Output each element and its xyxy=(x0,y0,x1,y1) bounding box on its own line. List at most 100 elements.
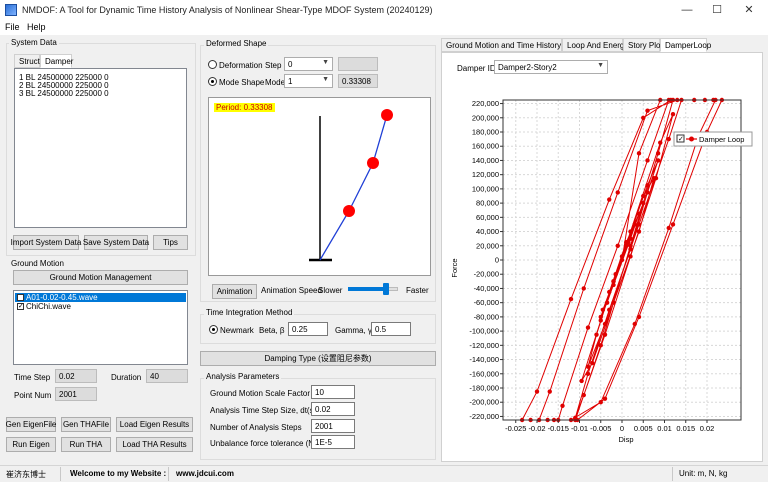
y-tick-label: 220,000 xyxy=(472,99,499,108)
slider-thumb[interactable] xyxy=(382,283,389,295)
deformation-label: Deformation xyxy=(219,61,263,70)
legend-label: Damper Loop xyxy=(699,135,744,144)
damper-loop-point xyxy=(604,300,610,305)
damper-loop-point xyxy=(590,360,595,366)
damper-loop-point xyxy=(670,112,676,117)
animation-speed-slider[interactable] xyxy=(346,283,400,295)
x-axis-label: Disp xyxy=(618,435,633,444)
damper-loop-point xyxy=(645,183,650,188)
slider-fill xyxy=(348,287,386,291)
maximize-button[interactable]: ☐ xyxy=(706,2,728,18)
checkbox[interactable] xyxy=(17,294,24,301)
load-eigen-results-button[interactable]: Load Eigen Results xyxy=(116,417,193,432)
list-item[interactable]: 3 BL 24500000 225000 0 xyxy=(19,89,109,98)
damper-loop-point xyxy=(573,415,578,421)
y-tick-label: -200,000 xyxy=(469,398,499,407)
system-data-tabs: Struct Damper xyxy=(14,54,194,68)
damper-loop-point xyxy=(655,151,661,156)
mode-shape-line xyxy=(319,114,388,261)
list-item[interactable]: A01-0.02-0.45.wave xyxy=(26,293,98,302)
close-button[interactable]: ✕ xyxy=(738,2,760,18)
mode-shape-radio[interactable] xyxy=(208,77,217,86)
x-tick-label: 0.015 xyxy=(676,424,695,433)
damper-loop-point xyxy=(568,296,574,302)
system-data-label: System Data xyxy=(9,38,59,47)
ground-motion-list[interactable]: A01-0.02-0.45.wave ✓ ChiChi.wave xyxy=(13,290,188,365)
point-num-field[interactable]: 2001 xyxy=(55,387,97,401)
damper-loop-point xyxy=(645,108,650,113)
tab-loop-energy[interactable]: Loop And Energy xyxy=(562,38,628,52)
list-item[interactable]: ChiChi.wave xyxy=(26,302,71,311)
ground-motion-management-button[interactable]: Ground Motion Management xyxy=(13,270,188,285)
checkbox-checked[interactable]: ✓ xyxy=(17,303,24,310)
y-tick-label: -220,000 xyxy=(469,412,499,421)
damper-list[interactable]: 1 BL 24500000 225000 0 2 BL 24500000 225… xyxy=(14,68,187,228)
analysis-steps-field[interactable]: 2001 xyxy=(311,419,355,433)
minimize-button[interactable]: — xyxy=(676,2,698,18)
run-eigen-button[interactable]: Run Eigen xyxy=(6,437,56,452)
tab-ground-motion-plot[interactable]: Ground Motion and Time History Plot xyxy=(441,38,577,52)
legend-check-mark: ✓ xyxy=(678,136,684,143)
gen-thafile-button[interactable]: Gen THAFile xyxy=(61,417,111,432)
menu-bar: File Help xyxy=(0,20,768,35)
damper-loop-point xyxy=(560,403,565,408)
damper-loop-point xyxy=(615,190,620,195)
y-tick-label: -60,000 xyxy=(474,298,499,307)
damper-loop-point xyxy=(602,321,608,327)
y-tick-label: -80,000 xyxy=(474,312,499,321)
gen-eigenfile-button[interactable]: Gen EigenFile xyxy=(6,417,56,432)
time-step-size-label: Analysis Time Step Size, dt(s) xyxy=(210,406,317,415)
tab-struct[interactable]: Struct xyxy=(14,54,40,68)
floor-2-node xyxy=(367,157,379,169)
animation-button[interactable]: Animation xyxy=(212,284,257,299)
damping-type-button[interactable]: Damping Type (设置阻尼参数) xyxy=(200,351,436,366)
damper-loop-point xyxy=(636,222,642,227)
y-tick-label: -20,000 xyxy=(474,270,499,279)
time-step-field[interactable]: 0.02 xyxy=(55,369,97,383)
mode-dropdown[interactable]: 1 ▼ xyxy=(284,74,333,88)
import-system-data-button[interactable]: Import System Data xyxy=(11,235,81,250)
damper-loop-point xyxy=(628,229,633,234)
animation-speed-label: Animation Speed xyxy=(261,286,322,295)
save-system-data-button[interactable]: Save System Data xyxy=(83,235,149,250)
newmark-radio[interactable] xyxy=(209,325,218,334)
menu-file[interactable]: File xyxy=(5,22,20,32)
damper-loop-point xyxy=(585,371,591,376)
damper-loop-point xyxy=(594,332,599,337)
beta-field[interactable]: 0.25 xyxy=(288,322,328,336)
x-tick-label: 0.01 xyxy=(657,424,672,433)
deformation-radio[interactable] xyxy=(208,60,217,69)
unbalance-tolerance-field[interactable]: 1E-5 xyxy=(311,435,355,449)
slower-label: Slower xyxy=(318,286,343,295)
load-tha-results-button[interactable]: Load THA Results xyxy=(116,437,193,452)
run-tha-button[interactable]: Run THA xyxy=(61,437,111,452)
menu-help[interactable]: Help xyxy=(27,22,46,32)
damper-loop-point xyxy=(632,222,637,227)
tips-button[interactable]: Tips xyxy=(153,235,188,250)
damper-loop-point xyxy=(581,392,586,398)
damper-loop-point xyxy=(636,151,642,156)
y-tick-label: 20,000 xyxy=(476,241,499,250)
damper-loop-point xyxy=(624,243,629,248)
gamma-field[interactable]: 0.5 xyxy=(371,322,411,336)
y-tick-label: 120,000 xyxy=(472,170,499,179)
tab-damper[interactable]: Damper xyxy=(40,54,73,68)
chevron-down-icon: ▼ xyxy=(322,59,329,66)
time-step-size-field[interactable]: 0.02 xyxy=(311,402,355,416)
damper-id-dropdown[interactable]: Damper2-Story2 ▼ xyxy=(494,60,608,74)
status-divider xyxy=(672,467,673,481)
damper-loop-point xyxy=(534,389,540,394)
step-readout xyxy=(338,57,378,71)
website-link[interactable]: www.jdcui.com xyxy=(176,469,234,478)
damper-loop-point xyxy=(585,325,591,330)
tab-story-plot[interactable]: Story Plot xyxy=(623,38,663,52)
damper-loop-point xyxy=(602,396,608,401)
beta-label: Beta, β xyxy=(259,326,285,335)
damper-loop-point xyxy=(607,197,612,202)
tab-damper-loop[interactable]: DamperLoop xyxy=(660,38,711,52)
step-dropdown[interactable]: 0 ▼ xyxy=(284,57,333,71)
damper-loop-point xyxy=(670,222,676,227)
duration-field[interactable]: 40 xyxy=(146,369,188,383)
scale-factor-field[interactable]: 10 xyxy=(311,385,355,399)
x-tick-label: 0.02 xyxy=(700,424,715,433)
